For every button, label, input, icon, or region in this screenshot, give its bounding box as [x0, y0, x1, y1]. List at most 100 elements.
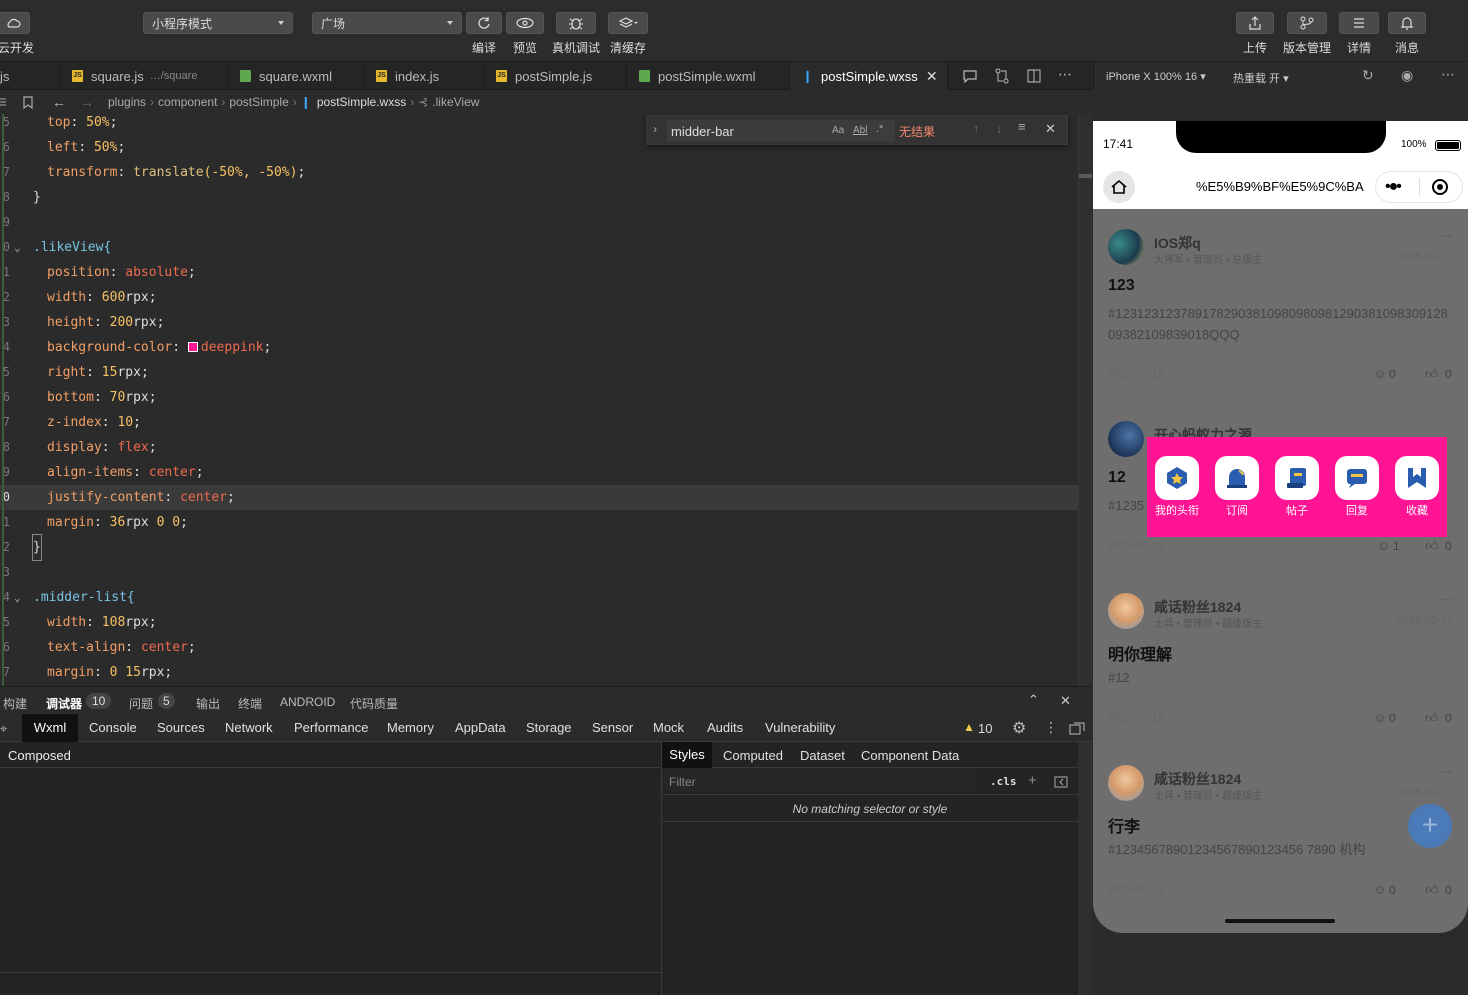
home-button[interactable] [1103, 171, 1135, 203]
post-card[interactable]: 咸话粉丝1824 士兵 • 管理员 • 超级版主 2025-02-13 ⋯ 明你… [1108, 591, 1453, 733]
thumbs-up-icon[interactable]: 👍︎ [1425, 366, 1439, 382]
plus-icon[interactable]: + [1028, 772, 1037, 789]
cloud-button[interactable] [0, 12, 30, 34]
details-button[interactable] [1339, 12, 1379, 34]
gear-icon[interactable]: ⚙ [1012, 718, 1026, 738]
panel-tab-android[interactable]: ANDROID [280, 695, 335, 709]
devtab-appdata[interactable]: AppData [455, 714, 506, 742]
tab-square-js[interactable]: JS square.js …/square [60, 62, 228, 90]
close-icon[interactable]: ✕ [1045, 121, 1056, 137]
thumbs-up-icon[interactable]: 👍︎ [1425, 538, 1439, 554]
back-arrow-icon[interactable]: ← [52, 94, 66, 110]
panel-tab-debugger[interactable]: 调试器 [46, 695, 82, 712]
post-username[interactable]: 咸话粉丝1824 [1154, 597, 1241, 617]
upload-button[interactable] [1236, 12, 1274, 34]
thumbs-up-icon[interactable]: 👍︎ [1425, 710, 1439, 726]
more-icon[interactable]: ⋯ [1441, 66, 1455, 83]
devtools-scrollbar[interactable] [1078, 742, 1092, 995]
comment-icon[interactable]: ☺ [1377, 538, 1390, 553]
avatar[interactable] [1108, 765, 1144, 801]
remote-debug-button[interactable] [556, 12, 596, 34]
refresh-icon[interactable]: ↻ [1362, 67, 1374, 84]
match-case-icon[interactable]: Aa [832, 125, 844, 136]
bookmark-icon[interactable] [22, 95, 34, 109]
more-icon[interactable]: ⋯ [1439, 227, 1453, 244]
version-button[interactable] [1287, 12, 1327, 34]
avatar[interactable] [1108, 229, 1144, 265]
more-icon[interactable]: ⋯ [1058, 66, 1072, 83]
comment-icon[interactable]: ☺ [1373, 710, 1386, 725]
devtab-wxml[interactable]: Wxml [22, 714, 78, 742]
devtab-audits[interactable]: Audits [707, 714, 743, 742]
add-post-button[interactable]: + [1408, 804, 1452, 848]
likeview-item-posts[interactable]: 帖子 [1270, 455, 1324, 519]
devtab-sources[interactable]: Sources [157, 714, 205, 742]
avatar[interactable] [1108, 593, 1144, 629]
panel-tab-terminal[interactable]: 终端 [238, 695, 262, 712]
tab-js[interactable]: js [0, 62, 60, 90]
tab-dataset[interactable]: Dataset [800, 748, 845, 763]
crumb-plugins[interactable]: plugins [108, 95, 146, 109]
devtab-network[interactable]: Network [225, 714, 273, 742]
devtab-performance[interactable]: Performance [294, 714, 368, 742]
undock-icon[interactable] [1069, 722, 1085, 735]
hotreload-toggle[interactable]: 热重载 开 ▾ [1233, 70, 1289, 86]
clear-cache-button[interactable] [608, 12, 648, 34]
fold-icon[interactable]: ⌄ [14, 235, 21, 260]
record-icon[interactable]: ◉ [1401, 67, 1413, 84]
panel-tab-issues[interactable]: 问题 [129, 695, 153, 712]
devtab-console[interactable]: Console [89, 714, 137, 742]
compare-icon[interactable] [994, 68, 1010, 84]
crumb-postsimple[interactable]: postSimple [229, 95, 288, 109]
devtab-mock[interactable]: Mock [653, 714, 684, 742]
color-swatch[interactable] [187, 342, 198, 352]
panel-tab-build[interactable]: 构建 [3, 695, 27, 712]
compile-button[interactable] [466, 12, 502, 34]
chevron-right-icon[interactable]: › [653, 122, 657, 136]
devtab-sensor[interactable]: Sensor [592, 714, 633, 742]
tab-postsimple-wxml[interactable]: postSimple.wxml [627, 62, 790, 90]
warning-icon[interactable]: ▲ [963, 720, 975, 734]
page-select[interactable]: 广场 [312, 12, 462, 34]
tab-square-wxml[interactable]: square.wxml [228, 62, 364, 90]
comment-icon[interactable]: ☺ [1373, 366, 1386, 381]
mode-select[interactable]: 小程序模式 [143, 12, 293, 34]
tab-index-js[interactable]: JS index.js [364, 62, 484, 90]
tab-styles[interactable]: Styles [662, 742, 712, 768]
close-icon[interactable]: ✕ [1060, 693, 1071, 709]
find-input[interactable]: midder-bar Aa Abl .* [667, 120, 895, 142]
fold-icon[interactable]: ⌄ [14, 585, 21, 610]
more-icon[interactable]: ⋯ [1439, 763, 1453, 780]
find-in-selection-icon[interactable]: ≡ [1018, 119, 1026, 134]
post-card[interactable]: 咸话粉丝1824 士兵 • 管理员 • 超级版主 2025-02-13 ⋯ 行李… [1108, 763, 1453, 905]
post-username[interactable]: 咸话粉丝1824 [1154, 769, 1241, 789]
capsule-menu-icon[interactable]: •●• [1385, 178, 1402, 196]
filter-input[interactable]: Filter [662, 771, 978, 793]
close-icon[interactable]: ✕ [926, 68, 938, 85]
composed-label[interactable]: Composed [8, 748, 71, 763]
regex-icon[interactable]: .* [876, 123, 883, 135]
forward-arrow-icon[interactable]: → [80, 94, 94, 110]
warning-count[interactable]: 10 [978, 721, 992, 736]
kebab-menu-icon[interactable]: ⋮ [1044, 719, 1058, 736]
preview-button[interactable] [506, 12, 544, 34]
list-icon[interactable] [0, 97, 8, 107]
devtab-memory[interactable]: Memory [387, 714, 434, 742]
tab-computed[interactable]: Computed [723, 748, 783, 763]
capsule-close-icon[interactable] [1431, 178, 1449, 196]
device-select[interactable]: iPhone X 100% 16 ▾ [1106, 70, 1206, 83]
likeview-item-subscribe[interactable]: 订阅 [1210, 455, 1264, 519]
inspect-icon[interactable]: ⌖ [0, 721, 7, 737]
more-icon[interactable]: ⋯ [1439, 591, 1453, 608]
split-editor-icon[interactable] [1027, 69, 1041, 83]
devtab-vulnerability[interactable]: Vulnerability [765, 714, 835, 742]
tab-postsimple-wxss[interactable]: ❙ postSimple.wxss ✕ [790, 62, 948, 90]
tab-postsimple-js[interactable]: JS postSimple.js [484, 62, 627, 90]
match-word-icon[interactable]: Abl [853, 125, 867, 136]
post-card[interactable]: IOS郑q 大将军 • 管理员 • 总版主 2025-02-13 ⋯ 123 #… [1108, 227, 1453, 389]
code-editor[interactable]: 5 top: 50%; 6 left: 50%; 7 transform: trans… [0, 114, 1092, 686]
crumb-file[interactable]: postSimple.wxss [317, 95, 406, 109]
avatar[interactable] [1108, 421, 1144, 457]
crumb-selector[interactable]: .likeView [432, 95, 479, 109]
comment-icon[interactable]: ☺ [1373, 882, 1386, 897]
